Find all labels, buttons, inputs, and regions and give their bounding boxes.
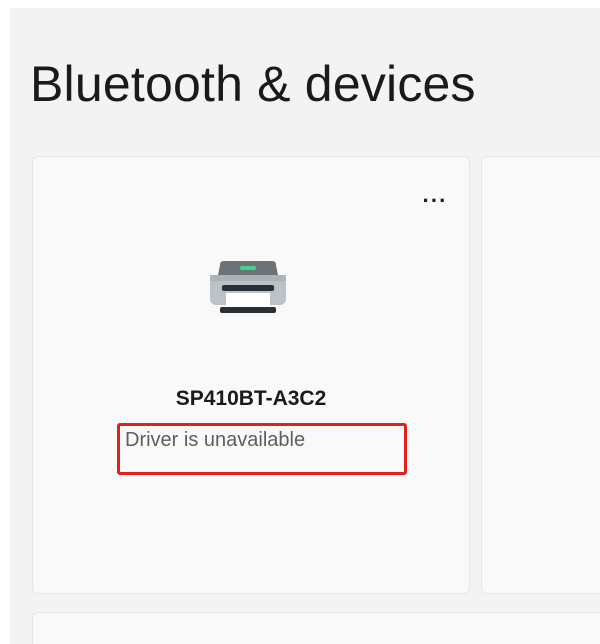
printer-icon (210, 261, 286, 313)
more-options-button[interactable]: ··· (415, 185, 455, 217)
device-card[interactable]: ··· SP410BT-A3C2 Driver is unavailable (32, 156, 470, 594)
device-card-partial-bottom[interactable] (32, 612, 600, 644)
page-title: Bluetooth & devices (30, 56, 476, 112)
settings-window: Bluetooth & devices ··· SP410BT-A3C2 Dri… (10, 8, 600, 644)
device-name: SP410BT-A3C2 (175, 387, 327, 410)
device-card-partial[interactable] (481, 156, 600, 594)
highlight-annotation-box (117, 423, 407, 475)
